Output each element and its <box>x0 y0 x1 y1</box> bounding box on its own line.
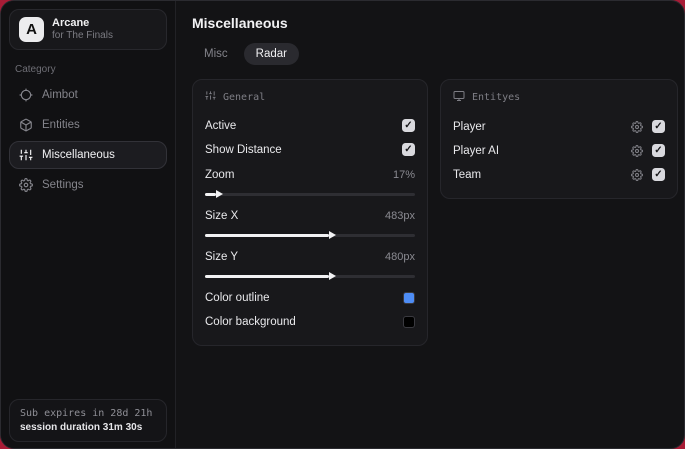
slider-fill <box>205 272 336 280</box>
tab-radar[interactable]: Radar <box>243 43 299 65</box>
entity-label: Player <box>453 120 486 133</box>
slider-label: Zoom <box>205 168 235 181</box>
sidebar-item-aimbot[interactable]: Aimbot <box>9 81 167 109</box>
monitor-icon <box>453 90 465 105</box>
sidebar-item-entities[interactable]: Entities <box>9 111 167 139</box>
slider-labels: Size Y 480px <box>205 245 415 268</box>
sidebar-item-settings[interactable]: Settings <box>9 171 167 199</box>
tab-bar: Misc Radar <box>192 43 678 65</box>
toggle-row-show-distance: Show Distance <box>205 138 415 161</box>
entity-label: Player AI <box>453 144 500 157</box>
player-ai-checkbox[interactable] <box>652 144 665 157</box>
entity-controls <box>631 144 665 157</box>
brand-logo: A <box>19 17 44 42</box>
tab-misc[interactable]: Misc <box>192 43 240 65</box>
toggle-row-active: Active <box>205 114 415 137</box>
slider-value: 480px <box>385 250 415 263</box>
color-label: Color outline <box>205 291 270 304</box>
color-row-outline: Color outline <box>205 286 415 309</box>
player-checkbox[interactable] <box>652 120 665 133</box>
sidebar-nav: Aimbot Entities Miscellaneous Settings <box>9 81 167 199</box>
sliders-icon <box>205 90 216 104</box>
slider-label: Size Y <box>205 250 239 263</box>
zoom-slider-block: Zoom 17% <box>205 163 415 198</box>
color-background-swatch[interactable] <box>403 315 415 328</box>
brand-text: Arcane for The Finals <box>52 17 136 41</box>
app-window: A Arcane for The Finals Category Aimbot … <box>0 0 685 449</box>
brand-title: Arcane <box>52 17 90 30</box>
sidebar-item-label: Miscellaneous <box>42 149 115 161</box>
brand-subtitle: for The Finals <box>52 30 113 42</box>
color-label: Color background <box>205 315 296 328</box>
gear-icon[interactable] <box>631 144 643 157</box>
size-y-slider-block: Size Y 480px <box>205 245 415 280</box>
entity-controls <box>631 120 665 133</box>
slider-thumb[interactable] <box>215 190 223 198</box>
size-x-slider-block: Size X 483px <box>205 204 415 239</box>
slider-fill <box>205 231 336 239</box>
sidebar-item-label: Aimbot <box>42 89 78 101</box>
slider-labels: Size X 483px <box>205 204 415 227</box>
active-checkbox[interactable] <box>402 119 415 132</box>
size-x-slider[interactable] <box>205 231 415 239</box>
sliders-icon <box>19 148 33 162</box>
session-duration-text: session duration 31m 30s <box>20 422 143 433</box>
sidebar-item-label: Entities <box>42 119 80 131</box>
sidebar-item-miscellaneous[interactable]: Miscellaneous <box>9 141 167 169</box>
slider-labels: Zoom 17% <box>205 163 415 186</box>
general-panel: General Active Show Distance Zoom 17% <box>192 79 428 346</box>
entity-label: Team <box>453 168 482 181</box>
subscription-card: Sub expires in 28d 21h session duration … <box>9 399 167 442</box>
zoom-slider[interactable] <box>205 190 415 198</box>
slider-fill <box>205 190 223 198</box>
slider-thumb[interactable] <box>328 272 336 280</box>
sidebar: A Arcane for The Finals Category Aimbot … <box>1 1 176 448</box>
slider-value: 17% <box>392 168 415 181</box>
slider-label: Size X <box>205 209 239 222</box>
entity-controls <box>631 168 665 181</box>
sidebar-item-label: Settings <box>42 179 84 191</box>
category-label: Category <box>15 64 56 75</box>
entity-row-team: Team <box>453 163 665 186</box>
general-panel-header: General <box>205 90 415 104</box>
cube-icon <box>19 118 33 132</box>
show-distance-checkbox[interactable] <box>402 143 415 156</box>
entity-row-player-ai: Player AI <box>453 139 665 162</box>
entities-panel-header: Entityes <box>453 90 665 105</box>
brand-card: A Arcane for The Finals <box>9 9 167 50</box>
gear-icon <box>19 178 33 192</box>
panels-row: General Active Show Distance Zoom 17% <box>192 79 678 346</box>
entities-panel-title: Entityes <box>472 92 521 103</box>
sub-expires-text: Sub expires in 28d 21h <box>20 408 153 419</box>
color-row-background: Color background <box>205 310 415 333</box>
general-panel-title: General <box>223 91 266 103</box>
size-y-slider[interactable] <box>205 272 415 280</box>
entities-panel: Entityes Player Player AI <box>440 79 678 199</box>
gear-icon[interactable] <box>631 168 643 181</box>
slider-value: 483px <box>385 209 415 222</box>
gear-icon[interactable] <box>631 120 643 133</box>
main-content: Miscellaneous Misc Radar General Active <box>176 1 684 448</box>
color-outline-swatch[interactable] <box>403 291 415 304</box>
crosshair-icon <box>19 88 33 102</box>
team-checkbox[interactable] <box>652 168 665 181</box>
toggle-label: Active <box>205 119 237 132</box>
entity-row-player: Player <box>453 115 665 138</box>
toggle-label: Show Distance <box>205 143 282 156</box>
page-title: Miscellaneous <box>192 15 288 31</box>
gear-icon[interactable] <box>144 21 157 39</box>
slider-thumb[interactable] <box>328 231 336 239</box>
